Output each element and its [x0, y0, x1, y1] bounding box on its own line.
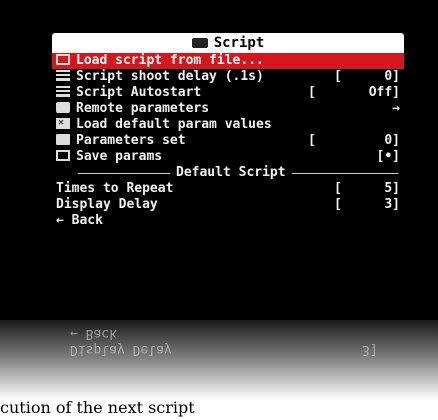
- file-icon: [56, 54, 70, 65]
- menu-item-back[interactable]: ← Back: [52, 213, 404, 229]
- script-menu: Script Load script from file... Script s…: [52, 33, 404, 295]
- menu-item-label: Load default param values: [76, 117, 272, 132]
- caption-text: cution of the next script: [0, 398, 195, 417]
- menu-item-label: Times to Repeat: [56, 181, 174, 196]
- back-label: ← Back: [56, 213, 103, 228]
- menu-item-value: 0]: [384, 69, 400, 84]
- menu-item-label: Script shoot delay (.1s): [76, 69, 264, 84]
- bracket-open: [: [334, 181, 342, 196]
- menu-item-remote-params[interactable]: Remote parameters →: [52, 101, 404, 117]
- menu-item-label: Save params: [76, 149, 163, 164]
- script-icon: [191, 38, 208, 48]
- list-icon: [56, 86, 70, 97]
- close-icon: [56, 115, 70, 131]
- menu-item-label: Load script from file...: [76, 53, 264, 68]
- menu-item-save-params[interactable]: Save params [•]: [52, 149, 404, 165]
- menu-item-label: Remote parameters: [76, 101, 210, 116]
- reflection-value: 3]: [362, 342, 378, 357]
- bracket-open: [: [308, 133, 316, 148]
- menu-item-shoot-delay[interactable]: Script shoot delay (.1s) [ 0]: [52, 69, 404, 85]
- divider-line-right: [292, 173, 398, 174]
- menu-item-value: Off]: [368, 85, 400, 100]
- menu-item-load-script[interactable]: Load script from file...: [52, 53, 404, 69]
- menu-item-value: 5]: [384, 181, 400, 196]
- section-divider: Default Script: [52, 165, 404, 181]
- menu-item-autostart[interactable]: Script Autostart [ Off]: [52, 85, 404, 101]
- menu-item-value: 0]: [384, 133, 400, 148]
- checkbox-checked[interactable]: [•]: [377, 149, 400, 165]
- menu-item-display-delay[interactable]: Display Delay [ 3]: [52, 197, 404, 213]
- divider-line-left: [78, 173, 170, 174]
- menu-item-parameters-set[interactable]: Parameters set [ 0]: [52, 133, 404, 149]
- save-icon: [56, 150, 70, 161]
- parameter-icon: [56, 134, 70, 145]
- list-icon: [56, 70, 70, 81]
- screen-reflection: ← Back Display Delay 3]: [0, 320, 438, 400]
- bracket-open: [: [334, 69, 342, 84]
- reflection-line: Display Delay: [70, 342, 172, 357]
- camera-screen: Script Load script from file... Script s…: [0, 0, 438, 320]
- remote-icon: [56, 102, 70, 113]
- menu-item-times-to-repeat[interactable]: Times to Repeat [ 5]: [52, 181, 404, 197]
- menu-item-load-defaults[interactable]: Load default param values: [52, 115, 404, 133]
- menu-title-bar: Script: [52, 33, 404, 53]
- section-label: Default Script: [176, 165, 286, 180]
- menu-item-value: 3]: [384, 197, 400, 212]
- menu-item-label: Display Delay: [56, 197, 158, 212]
- menu-item-label: Parameters set: [76, 133, 186, 148]
- bracket-open: [: [308, 85, 316, 100]
- submenu-arrow-icon: →: [392, 101, 400, 116]
- bracket-open: [: [334, 197, 342, 212]
- menu-item-label: Script Autostart: [76, 85, 202, 100]
- reflection-line: ← Back: [70, 326, 117, 341]
- menu-title: Script: [213, 35, 265, 51]
